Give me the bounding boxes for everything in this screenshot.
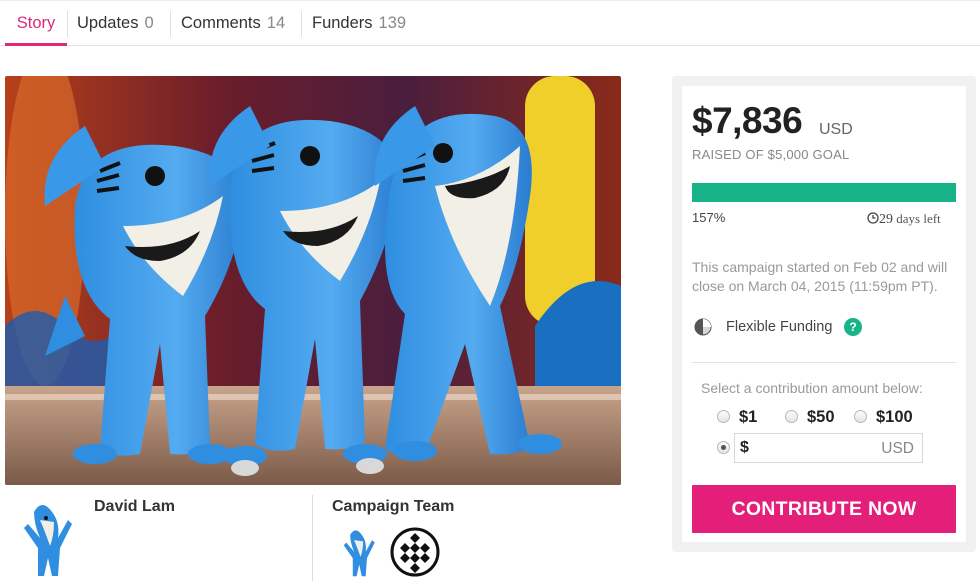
days-left-number: 29: [879, 212, 893, 227]
tab-divider: [301, 11, 302, 37]
tab-updates-count: 0: [144, 14, 154, 32]
tab-funders-label: Funders: [312, 14, 373, 32]
tab-updates[interactable]: Updates 0: [77, 1, 154, 46]
team-title: Campaign Team: [332, 498, 455, 515]
team-divider: [312, 495, 313, 581]
campaign-hero-image: [5, 76, 621, 485]
contribution-prompt: Select a contribution amount below:: [701, 380, 923, 396]
progress-bar: [692, 183, 956, 202]
percent-funded: 157%: [692, 210, 726, 225]
amount-option-50-label[interactable]: $50: [807, 408, 835, 427]
funding-type-label: Flexible Funding: [726, 319, 833, 335]
tab-divider: [67, 11, 68, 37]
radio-amount-50[interactable]: [785, 410, 798, 423]
tab-funders[interactable]: Funders 139: [312, 1, 406, 46]
tab-funders-count: 139: [378, 14, 407, 32]
owner-avatar[interactable]: [12, 500, 74, 580]
tab-divider: [170, 11, 171, 37]
team-member-avatar[interactable]: [336, 527, 376, 579]
radio-amount-100[interactable]: [854, 410, 867, 423]
custom-amount-symbol: $: [740, 439, 749, 456]
team-member-avatar[interactable]: [390, 527, 440, 577]
raised-currency: USD: [819, 121, 853, 138]
progress-fill: [692, 183, 956, 202]
goal-text: RAISED OF $5,000 GOAL: [692, 147, 850, 162]
days-left-label: days left: [896, 211, 941, 226]
tab-comments-label: Comments: [181, 14, 261, 32]
owner-name[interactable]: David Lam: [94, 498, 175, 516]
tab-story[interactable]: Story: [5, 1, 67, 46]
tab-story-label: Story: [16, 14, 56, 32]
flexible-funding-icon: [694, 318, 712, 336]
custom-amount-field[interactable]: $ USD: [734, 433, 923, 463]
radio-custom-amount[interactable]: [717, 441, 730, 454]
tab-updates-label: Updates: [77, 14, 139, 32]
shark-avatar-icon: [24, 505, 72, 576]
contribute-now-button[interactable]: CONTRIBUTE NOW: [692, 485, 956, 533]
radio-amount-1[interactable]: [717, 410, 730, 423]
amount-option-1-label[interactable]: $1: [739, 408, 757, 427]
shark-avatar-icon: [343, 530, 375, 577]
clock-icon: [867, 212, 879, 224]
diamond-pattern-avatar-icon: [390, 527, 440, 577]
tab-comments-count: 14: [266, 14, 286, 32]
panel-divider: [692, 362, 956, 363]
campaign-dates-note: This campaign started on Feb 02 and will…: [692, 259, 948, 294]
tab-comments[interactable]: Comments 14: [181, 1, 285, 46]
custom-amount-input[interactable]: [755, 434, 875, 462]
campaign-tabs: Story Updates 0 Comments 14 Funders 139: [0, 0, 980, 46]
amount-option-100-label[interactable]: $100: [876, 408, 913, 427]
days-left: 29 days left: [867, 211, 941, 228]
custom-amount-unit: USD: [881, 440, 914, 457]
help-icon[interactable]: ?: [844, 318, 862, 336]
raised-amount: $7,836: [692, 100, 803, 141]
